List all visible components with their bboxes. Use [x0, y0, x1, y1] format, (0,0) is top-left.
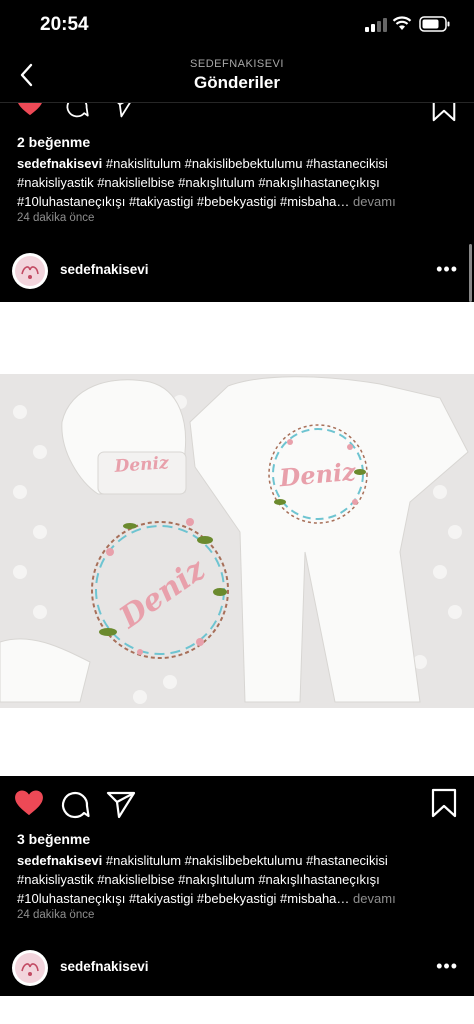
- post-header-3: sedefnakisevi •••: [0, 944, 474, 994]
- wifi-icon: [392, 16, 412, 30]
- avatar[interactable]: [12, 253, 48, 289]
- baby-outfit-photo: Deniz Deniz Deniz: [0, 374, 474, 708]
- signal-icon: [365, 18, 387, 32]
- post-actions-2: [0, 788, 474, 828]
- post-image[interactable]: Deniz Deniz Deniz: [0, 302, 474, 776]
- status-time: 20:54: [40, 14, 89, 35]
- post-time-2: 24 dakika önce: [17, 909, 95, 921]
- status-bar: 20:54: [0, 0, 474, 50]
- more-icon[interactable]: •••: [436, 259, 458, 280]
- nav-subtitle: SEDEFNAKISEVI: [190, 58, 284, 70]
- caption-username[interactable]: sedefnakisevi: [17, 853, 102, 868]
- avatar-logo-icon: [21, 963, 39, 976]
- likes-count-1[interactable]: 2 beğenme: [17, 134, 90, 150]
- post-time-1: 24 dakika önce: [17, 212, 95, 224]
- avatar-logo: [15, 953, 45, 983]
- post-username[interactable]: sedefnakisevi: [60, 959, 149, 974]
- avatar-logo-icon: [21, 266, 39, 279]
- scroll-indicator: [469, 244, 472, 302]
- avatar[interactable]: [12, 950, 48, 986]
- more-link[interactable]: devamı: [353, 891, 396, 906]
- post-header-2: sedefnakisevi •••: [0, 247, 474, 297]
- avatar-logo: [15, 256, 45, 286]
- more-link[interactable]: devamı: [353, 194, 396, 209]
- battery-icon: [419, 16, 450, 32]
- caption-2: sedefnakisevi #nakislitulum #nakislibebe…: [17, 851, 457, 908]
- home-indicator[interactable]: [152, 1010, 322, 1015]
- caption-username[interactable]: sedefnakisevi: [17, 156, 102, 171]
- embroidery-text-hat: Deniz: [113, 453, 170, 477]
- share-icon[interactable]: [106, 789, 136, 819]
- post-username[interactable]: sedefnakisevi: [60, 262, 149, 277]
- caption-1: sedefnakisevi #nakislitulum #nakislibebe…: [17, 154, 457, 211]
- more-icon[interactable]: •••: [436, 956, 458, 977]
- nav-title: Gönderiler: [194, 73, 280, 92]
- nav-bar: SEDEFNAKISEVI Gönderiler: [0, 50, 474, 103]
- bookmark-icon[interactable]: [430, 788, 458, 818]
- likes-count-2[interactable]: 3 beğenme: [17, 831, 90, 847]
- heart-icon[interactable]: [14, 790, 44, 816]
- comment-icon[interactable]: [60, 789, 90, 819]
